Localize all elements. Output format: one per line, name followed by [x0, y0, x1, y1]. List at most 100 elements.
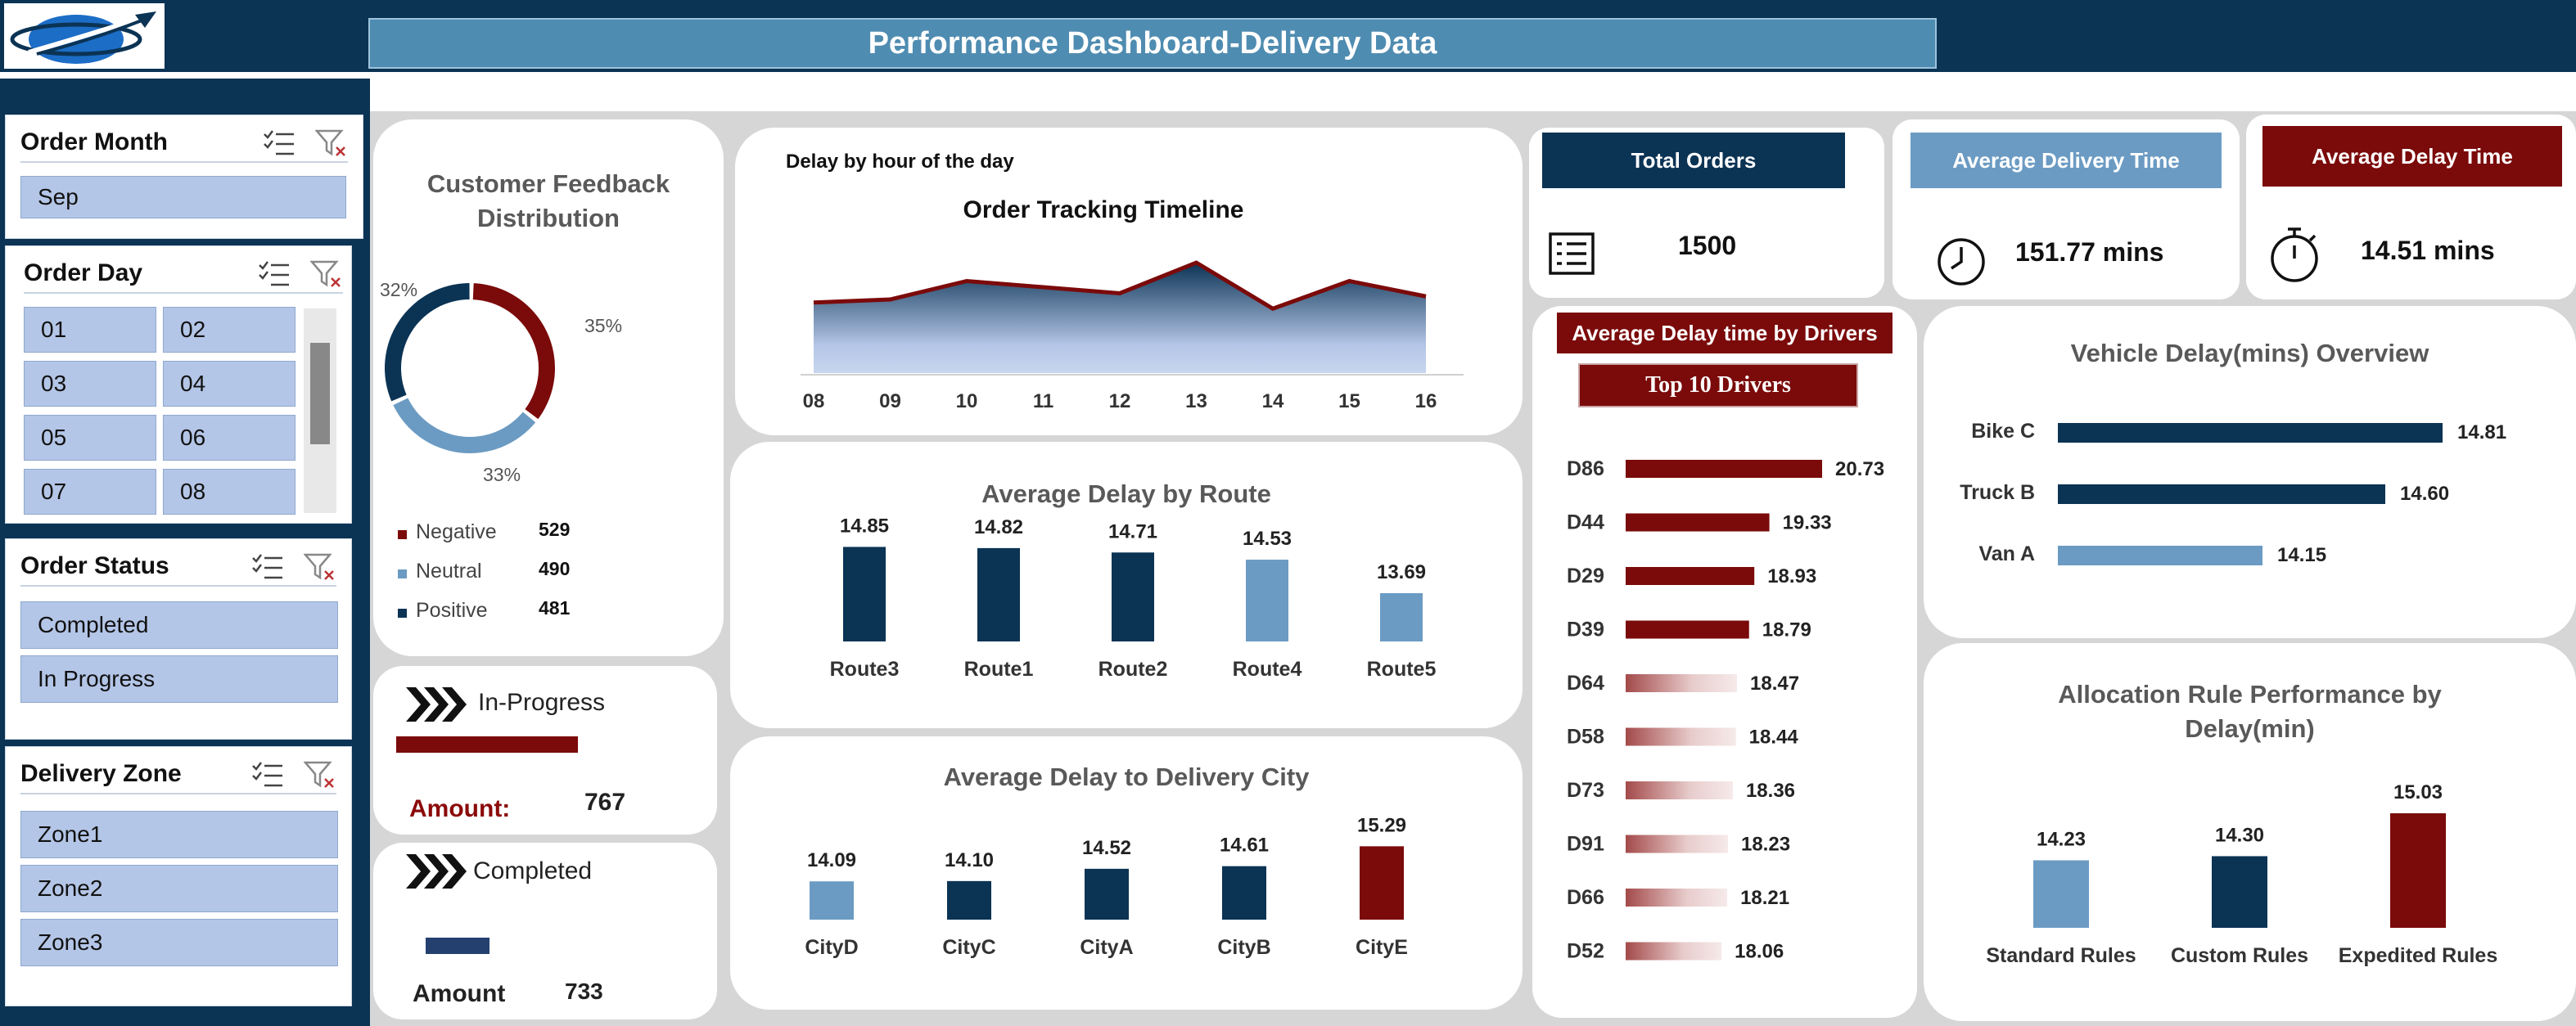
slicer-item-sep[interactable]: Sep: [20, 176, 346, 218]
slicer-item-day[interactable]: 07: [24, 469, 156, 515]
bar-value-label: 15.29: [1357, 814, 1406, 836]
slicer-title: Delivery Zone: [20, 760, 182, 787]
timeline-tick-label: 15: [1338, 390, 1360, 412]
slicer-item-day[interactable]: 05: [24, 415, 156, 461]
bar: [1112, 552, 1154, 641]
legend-swatch: [398, 530, 407, 539]
driver-label: D86: [1567, 457, 1604, 480]
driver-value-label: 18.36: [1746, 780, 1795, 802]
vehicle-bar: [2058, 484, 2385, 504]
timeline-tick-label: 11: [1033, 390, 1053, 412]
timeline-tick-label: 14: [1262, 390, 1284, 412]
driver-bar: [1626, 727, 1736, 746]
vehicle-label: Truck B: [1960, 481, 2035, 504]
slicer-title: Order Day: [24, 259, 143, 286]
slicer-item-day[interactable]: 03: [24, 361, 156, 407]
scrollbar-thumb[interactable]: [310, 343, 330, 444]
route-bar-chart: 14.85 Route3 14.82 Route1 14.71 Route2 14.53 Ro…: [830, 515, 1437, 681]
vehicle-bar-chart: Bike C 14.81 Truck B 14.60 Van A 14.15: [1960, 420, 2506, 566]
slicer-item-day[interactable]: 04: [163, 361, 295, 407]
driver-bar: [1626, 835, 1728, 853]
slicer-item-day[interactable]: 08: [163, 469, 295, 515]
feedback-donut-chart: 35% 33% 32%: [380, 279, 622, 485]
vehicle-bar: [2058, 423, 2443, 443]
multi-select-icon[interactable]: [263, 128, 295, 157]
category-label: CityA: [1080, 936, 1133, 959]
total-orders-card: Total Orders 1500: [1529, 128, 1884, 298]
legend-count: 490: [539, 558, 571, 579]
bar-value-label: 14.61: [1220, 835, 1269, 857]
driver-value-label: 18.79: [1762, 619, 1811, 641]
driver-label: D52: [1567, 940, 1604, 963]
order-day-slicer: Order Day 01 02 03 04 05 06 07 08: [5, 245, 352, 524]
timeline-tick-label: 13: [1185, 390, 1207, 412]
bar: [1222, 866, 1266, 920]
delivery-zone-slicer: Delivery Zone Zone1 Zone2 Zone3: [5, 746, 352, 1006]
feedback-title-line1: Customer Feedback: [426, 169, 670, 198]
slicer-title: Order Status: [20, 552, 169, 579]
driver-value-label: 18.21: [1740, 887, 1789, 909]
clear-filter-icon[interactable]: [310, 259, 343, 288]
donut-slice-label: 33%: [483, 464, 521, 485]
legend-count: 481: [539, 597, 571, 619]
avg-delay-value: 14.51 mins: [2361, 236, 2495, 265]
legend-item: Positive 481: [398, 597, 643, 632]
timeline-card: Delay by hour of the day Order Tracking …: [735, 128, 1523, 435]
clear-filter-icon[interactable]: [304, 759, 336, 789]
category-label: CityE: [1356, 936, 1408, 959]
avg-delivery-card: Average Delivery Time 151.77 mins: [1893, 119, 2240, 299]
multi-select-icon[interactable]: [258, 259, 291, 288]
driver-bar: [1626, 781, 1733, 799]
city-bar-chart: 14.09 CityD 14.10 CityC 14.52 CityA 14.61 CityB…: [805, 814, 1408, 959]
category-label: Route3: [830, 658, 900, 681]
driver-label: D91: [1567, 833, 1604, 856]
vehicle-card: Vehicle Delay(mins) Overview Bike C 14.81…: [1924, 306, 2576, 638]
bar-value-label: 14.10: [945, 849, 994, 871]
completed-bar: [426, 938, 489, 954]
driver-bar: [1626, 513, 1770, 532]
multi-select-icon[interactable]: [251, 551, 284, 581]
stopwatch-icon: [2271, 227, 2318, 282]
donut-slice: [393, 398, 536, 453]
bar-value-label: 14.23: [2037, 828, 2086, 850]
vehicle-value-label: 14.60: [2400, 483, 2449, 505]
slicer-item-in-progress[interactable]: In Progress: [20, 655, 338, 703]
slicer-item-completed[interactable]: Completed: [20, 601, 338, 649]
slicer-item-zone2[interactable]: Zone2: [20, 865, 338, 912]
order-status-slicer: Order Status Completed In Progress: [5, 538, 352, 740]
bar-value-label: 14.09: [807, 849, 856, 871]
completed-amount-label: Amount: [413, 980, 506, 1007]
completed-card: Completed Amount 733: [373, 843, 717, 1019]
driver-label: D66: [1567, 886, 1604, 909]
legend-swatch: [398, 609, 407, 618]
timeline-tick-label: 08: [803, 390, 825, 412]
clear-filter-icon[interactable]: [304, 551, 336, 581]
slicer-scrollbar[interactable]: [304, 308, 336, 513]
slicer-item-day[interactable]: 06: [163, 415, 295, 461]
driver-label: D64: [1567, 672, 1604, 695]
bar: [1380, 592, 1423, 641]
legend-label: Neutral: [416, 560, 482, 583]
driver-bar: [1626, 674, 1738, 692]
clear-filter-icon[interactable]: [315, 128, 348, 157]
total-orders-value: 1500: [1678, 231, 1737, 260]
bar: [2212, 856, 2267, 928]
multi-select-icon[interactable]: [251, 759, 284, 789]
slicer-item-day[interactable]: 02: [163, 307, 295, 353]
legend-count: 529: [539, 519, 571, 540]
donut-slice: [385, 283, 470, 402]
slicer-item-day[interactable]: 01: [24, 307, 156, 353]
timeline-tick-label: 10: [956, 390, 978, 412]
slicer-item-zone1[interactable]: Zone1: [20, 811, 338, 858]
driver-label: D29: [1567, 565, 1604, 587]
driver-label: D44: [1567, 511, 1604, 534]
slicer-item-zone3[interactable]: Zone3: [20, 919, 338, 966]
driver-bar: [1626, 567, 1755, 585]
bar: [1085, 868, 1129, 920]
allocation-card: Allocation Rule Performance by Delay(min…: [1924, 643, 2576, 1021]
bar-value-label: 14.71: [1108, 520, 1157, 542]
bar: [843, 547, 886, 641]
city-card: Average Delay to Delivery City 14.09 City…: [730, 736, 1523, 1010]
timeline-area: [814, 263, 1426, 373]
bar-value-label: 14.53: [1243, 528, 1292, 550]
